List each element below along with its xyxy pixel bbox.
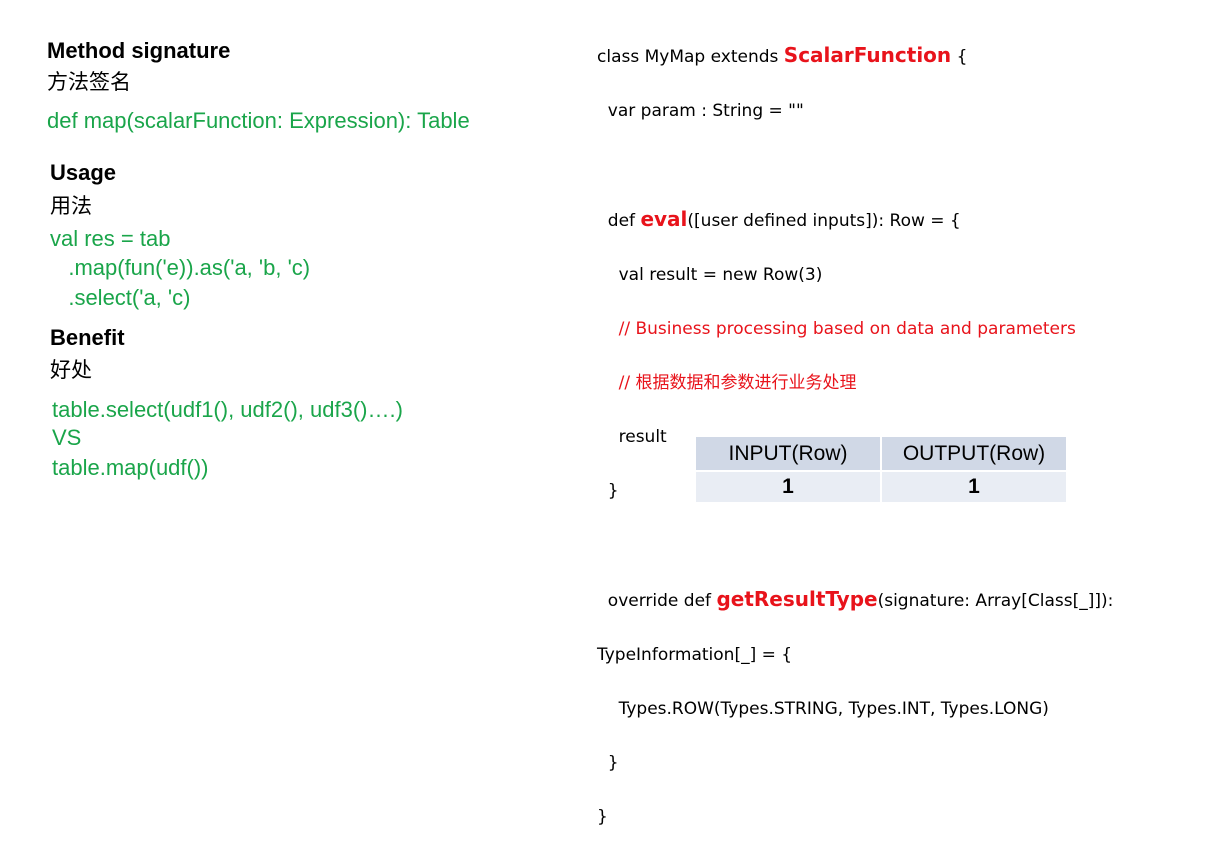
code-line: TypeInformation[_] = { bbox=[597, 645, 793, 665]
code-line-eval: def eval([user defined inputs]): Row = { bbox=[597, 206, 1113, 235]
code-line: var param : String = "" bbox=[597, 101, 804, 121]
keyword-scalarfunction: ScalarFunction bbox=[783, 43, 952, 67]
usage-heading: Usage bbox=[50, 160, 117, 185]
usage-line: .select('a, 'c) bbox=[50, 285, 191, 310]
keyword-getresulttype: getResultType bbox=[716, 587, 878, 611]
benefit-line: table.select(udf1(), udf2(), udf3()….) bbox=[52, 397, 403, 422]
benefit-heading: Benefit bbox=[50, 325, 125, 350]
method-signature-heading: Method signature bbox=[47, 38, 231, 63]
code-text: class MyMap extends bbox=[597, 47, 784, 67]
usage-line: .map(fun('e)).as('a, 'b, 'c) bbox=[50, 255, 311, 280]
code-line: Types.ROW(Types.STRING, Types.INT, Types… bbox=[597, 699, 1049, 719]
benefit-heading-cn: 好处 bbox=[50, 358, 92, 382]
io-table: INPUT(Row) OUTPUT(Row) 1 1 bbox=[694, 435, 1068, 504]
code-text: { bbox=[951, 47, 968, 67]
method-signature-heading-cn: 方法签名 bbox=[47, 70, 131, 94]
code-line-class: class MyMap extends ScalarFunction { bbox=[597, 42, 1113, 71]
benefit-line: VS bbox=[52, 425, 82, 450]
io-table-row: 1 1 bbox=[694, 470, 1068, 504]
method-signature-text: def map(scalarFunction: Expression): Tab… bbox=[47, 108, 470, 133]
code-line: } bbox=[597, 753, 619, 773]
usage-heading-cn: 用法 bbox=[50, 194, 92, 218]
io-header-input: INPUT(Row) bbox=[694, 435, 882, 472]
code-text: ([user defined inputs]): Row = { bbox=[687, 211, 961, 231]
code-line-getresulttype: override def getResultType(signature: Ar… bbox=[597, 586, 1114, 615]
io-header-output: OUTPUT(Row) bbox=[880, 435, 1068, 472]
code-comment: // Business processing based on data and… bbox=[597, 319, 1076, 339]
io-table-header-row: INPUT(Row) OUTPUT(Row) bbox=[694, 435, 1068, 472]
keyword-eval: eval bbox=[640, 207, 688, 231]
code-comment-cn: // 根据数据和参数进行业务处理 bbox=[597, 373, 857, 393]
code-line: } bbox=[597, 807, 608, 827]
usage-line: val res = tab bbox=[50, 226, 171, 251]
io-cell-output: 1 bbox=[880, 470, 1068, 504]
code-text: def bbox=[597, 211, 641, 231]
benefit-line: table.map(udf()) bbox=[52, 455, 209, 480]
code-text: override def bbox=[597, 591, 717, 611]
io-cell-input: 1 bbox=[694, 470, 882, 504]
code-line: val result = new Row(3) bbox=[597, 265, 823, 285]
code-text: (signature: Array[Class[_]]): bbox=[877, 591, 1114, 611]
